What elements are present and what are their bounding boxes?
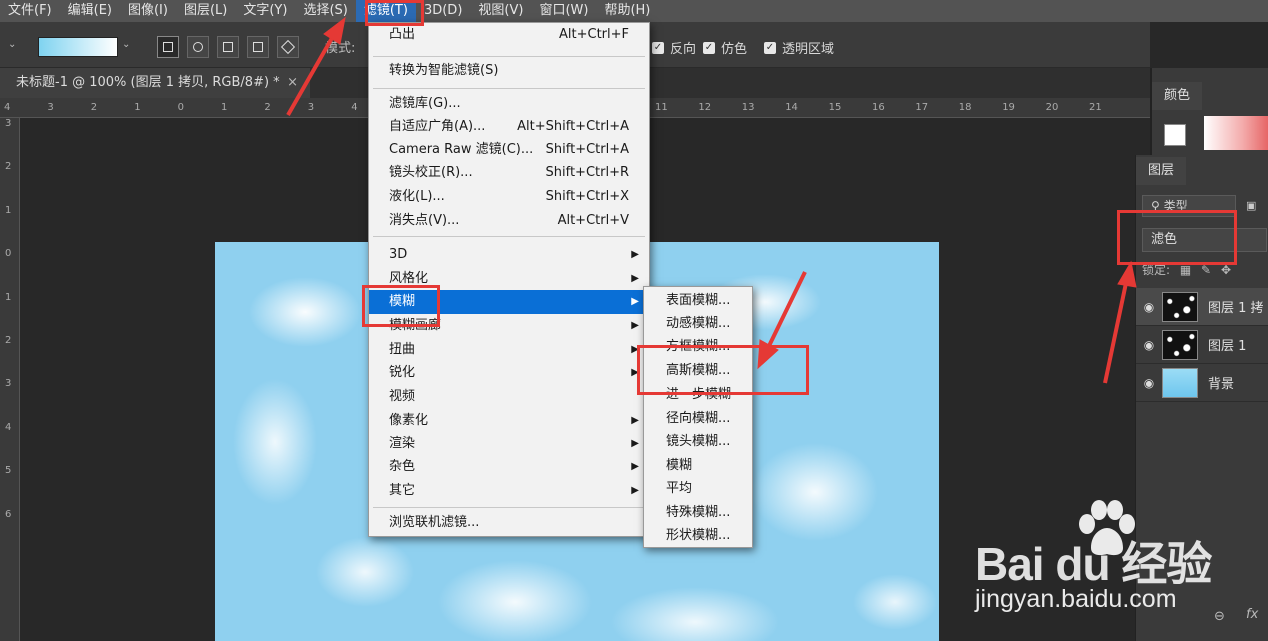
arrow-to-blend-mode [1103,282,1128,384]
watermark-url: jingyan.baidu.com [975,585,1177,613]
arrow-to-gaussian-blur [766,271,807,349]
arrow-head-icon [1117,260,1137,288]
arrow-head-icon [757,339,779,370]
arrow-head-icon [323,16,346,45]
baidu-jingyan-watermark: Bai du 经验 jingyan.baidu.com [975,500,1265,640]
arrow-to-filter-menu [286,37,334,116]
